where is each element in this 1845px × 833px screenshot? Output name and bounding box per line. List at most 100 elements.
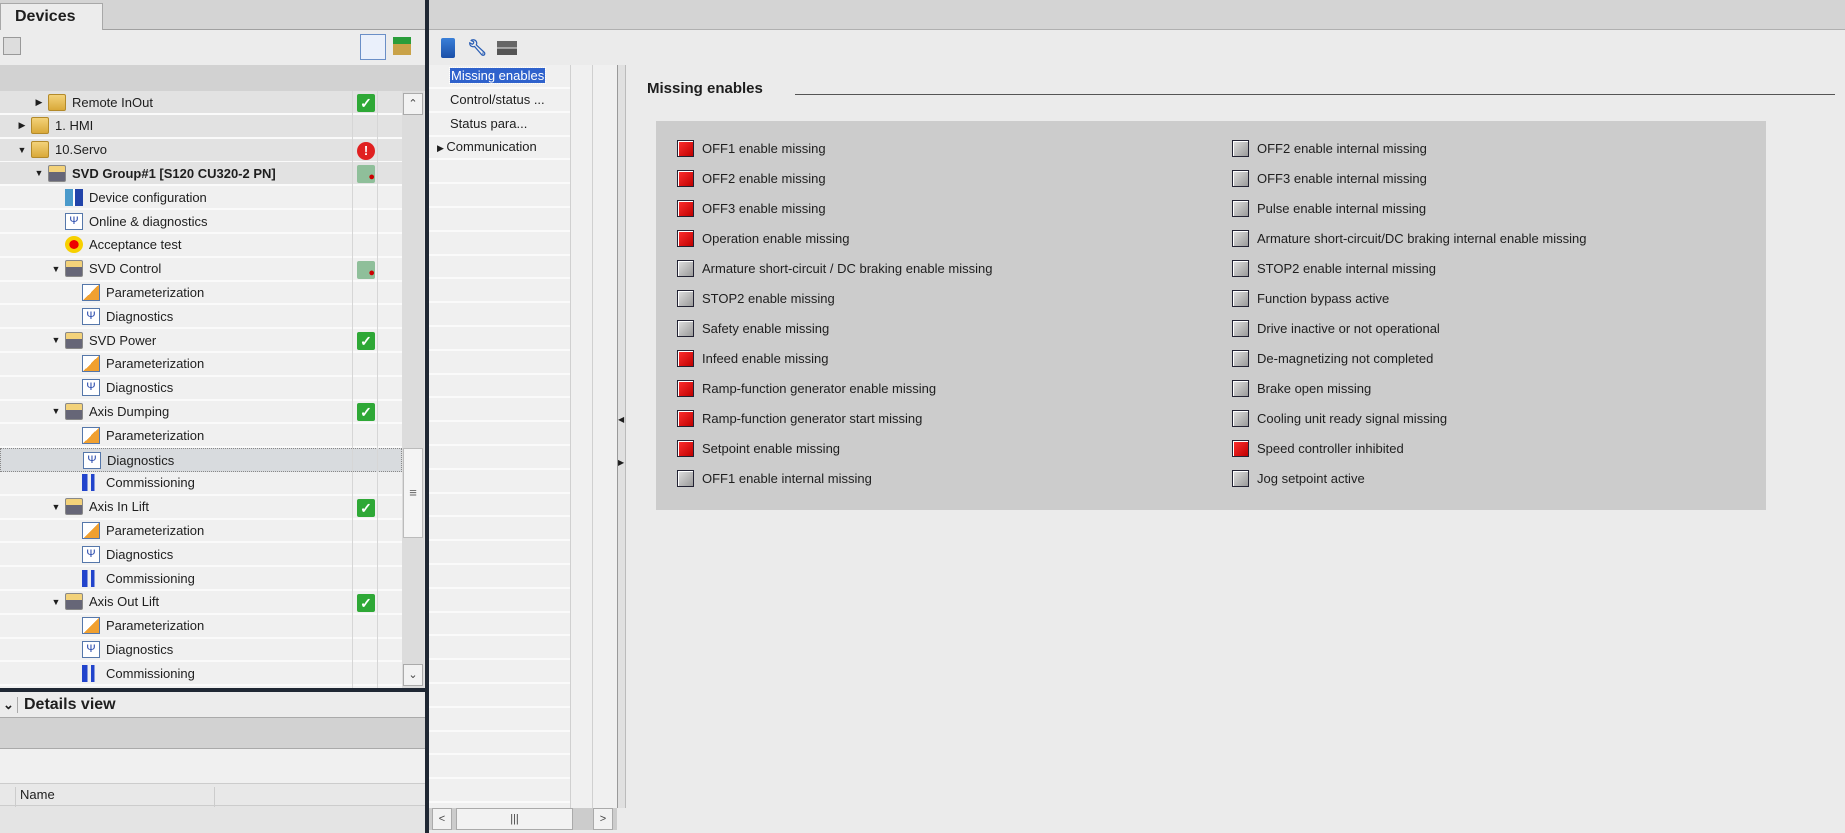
tree-item[interactable]: Commissioning: [0, 662, 402, 687]
status-warning-icon: ●: [357, 260, 375, 279]
tree-item[interactable]: ▼ SVD Power: [0, 329, 402, 353]
led-gray-icon: [677, 290, 694, 307]
collapsed-arrow-icon[interactable]: ▶: [437, 143, 446, 153]
expanded-arrow-icon[interactable]: ▼: [51, 264, 61, 274]
diagnostics-icon: Ψ: [82, 307, 100, 325]
nav-item[interactable]: Control/status ...: [429, 89, 570, 113]
expand-right-icon[interactable]: ▶: [618, 458, 624, 467]
tree-item[interactable]: Ψ Diagnostics: [0, 543, 402, 568]
tree-item[interactable]: Parameterization: [0, 353, 402, 377]
details-view-header[interactable]: ⌄ Details view: [0, 692, 425, 718]
network-view-icon[interactable]: [3, 37, 21, 55]
nav-empty-row: [429, 398, 570, 423]
enable-status-item: STOP2 enable missing: [677, 290, 835, 307]
tree-item[interactable]: Ψ Diagnostics: [0, 638, 402, 663]
tree-item[interactable]: ▼ Axis Out Lift: [0, 591, 402, 615]
splitter[interactable]: ◀ ▶: [617, 65, 626, 808]
scroll-left-button[interactable]: <: [432, 808, 452, 830]
tree-item[interactable]: ▼ Axis Dumping: [0, 400, 402, 425]
connection-icon[interactable]: [497, 40, 517, 55]
enable-status-label: Ramp-function generator start missing: [702, 411, 923, 426]
collapse-left-icon[interactable]: ◀: [618, 415, 624, 424]
panel-divider[interactable]: [0, 688, 429, 692]
enable-status-item: OFF2 enable internal missing: [1232, 140, 1427, 157]
nav-item-label: Missing enables: [448, 67, 547, 84]
led-gray-icon: [1232, 200, 1249, 217]
nav-item[interactable]: ▶ Communication: [429, 136, 570, 161]
drive-icon: [65, 498, 83, 516]
drive-icon: [48, 164, 66, 182]
tab-devices[interactable]: Devices: [0, 3, 103, 31]
enable-status-label: Drive inactive or not operational: [1257, 321, 1440, 336]
tree-item[interactable]: ▼ SVD Group#1 [S120 CU320-2 PN]: [0, 162, 402, 187]
tree-item[interactable]: Ψ Online & diagnostics: [0, 210, 402, 234]
nav-empty-row: [429, 208, 570, 232]
tree-item[interactable]: ▼ SVD Control: [0, 258, 402, 282]
tree-item[interactable]: Ψ Diagnostics: [0, 305, 402, 330]
memory-card-icon[interactable]: [441, 37, 455, 58]
nav-horizontal-scrollbar[interactable]: < ||| >: [429, 808, 617, 830]
chevron-down-icon[interactable]: ⌄: [0, 696, 18, 713]
expanded-arrow-icon[interactable]: ▼: [51, 406, 61, 416]
tree-item[interactable]: ▶ Remote InOut: [0, 91, 402, 115]
nav-empty-row: [429, 327, 570, 351]
nav-item[interactable]: Missing enables: [429, 65, 570, 89]
nav-item[interactable]: Status para...: [429, 113, 570, 137]
tree-item[interactable]: ▼ Axis In Lift: [0, 496, 402, 520]
enable-status-item: Jog setpoint active: [1232, 470, 1365, 487]
tree-item-label: Parameterization: [106, 427, 205, 443]
enable-status-item: Infeed enable missing: [677, 350, 828, 367]
column-header-name[interactable]: Name: [15, 787, 215, 807]
wrench-undo-icon[interactable]: 🔧︎: [467, 38, 487, 58]
collapsed-arrow-icon[interactable]: ▶: [17, 120, 27, 131]
enable-status-item: Function bypass active: [1232, 290, 1389, 307]
expanded-arrow-icon[interactable]: ▼: [51, 502, 61, 512]
enable-status-label: Setpoint enable missing: [702, 441, 841, 456]
nav-empty-row: [429, 232, 570, 256]
drive-icon: [65, 593, 83, 611]
nav-empty-row: [429, 636, 570, 661]
tree-item-label: Parameterization: [106, 356, 205, 372]
drive-icon: [65, 331, 83, 349]
scroll-thumb[interactable]: |||: [456, 808, 573, 830]
project-tree: ▶ Remote InOut ▶ 1. HMI ▼ 10.Servo ▼ SVD Group#…: [0, 91, 402, 688]
tree-item[interactable]: Commissioning: [0, 472, 402, 496]
scroll-down-button[interactable]: ⌄: [403, 664, 423, 686]
table-view-icon[interactable]: [360, 34, 386, 60]
led-gray-icon: [1232, 470, 1249, 487]
expanded-arrow-icon[interactable]: ▼: [34, 168, 44, 178]
enable-status-item: Armature short-circuit/DC braking intern…: [1232, 230, 1586, 247]
devices-panel: Devices ▶ Remote InOut ▶ 1. HMI ▼ 10.Servo ▼ SV…: [0, 0, 425, 833]
led-gray-icon: [1232, 350, 1249, 367]
tree-item[interactable]: ▶ 1. HMI: [0, 114, 402, 139]
expanded-arrow-icon[interactable]: ▼: [51, 335, 61, 345]
collapsed-arrow-icon[interactable]: ▶: [34, 97, 44, 108]
tree-item[interactable]: Parameterization: [0, 519, 402, 544]
tree-item[interactable]: Parameterization: [0, 615, 402, 639]
tree-scrollbar[interactable]: ⌃ ≡ ⌄: [402, 91, 424, 688]
expanded-arrow-icon[interactable]: ▼: [17, 145, 27, 155]
led-gray-icon: [1232, 410, 1249, 427]
led-gray-icon: [677, 320, 694, 337]
tree-item[interactable]: Ψ Diagnostics: [0, 448, 402, 472]
scroll-right-button[interactable]: >: [593, 808, 613, 830]
scroll-up-button[interactable]: ⌃: [403, 93, 423, 115]
tree-item[interactable]: Acceptance test: [0, 234, 402, 258]
enable-status-label: Infeed enable missing: [702, 351, 829, 366]
folder-icon: [31, 141, 49, 159]
tree-item[interactable]: Parameterization: [0, 281, 402, 306]
led-gray-icon: [1232, 290, 1249, 307]
enable-status-item: OFF1 enable missing: [677, 140, 826, 157]
nav-empty-row: [429, 446, 570, 470]
tree-item[interactable]: Parameterization: [0, 424, 402, 449]
enable-status-label: OFF2 enable missing: [702, 171, 826, 186]
export-icon[interactable]: [393, 37, 411, 55]
tree-item[interactable]: Commissioning: [0, 567, 402, 591]
tree-item[interactable]: Device configuration: [0, 186, 402, 211]
scroll-thumb[interactable]: ≡: [403, 448, 423, 538]
nav-empty-row: [429, 470, 570, 494]
tree-item[interactable]: ▼ 10.Servo: [0, 138, 402, 163]
tree-item-label: Axis Out Lift: [89, 594, 160, 610]
tree-item[interactable]: Ψ Diagnostics: [0, 377, 402, 401]
expanded-arrow-icon[interactable]: ▼: [51, 597, 61, 607]
